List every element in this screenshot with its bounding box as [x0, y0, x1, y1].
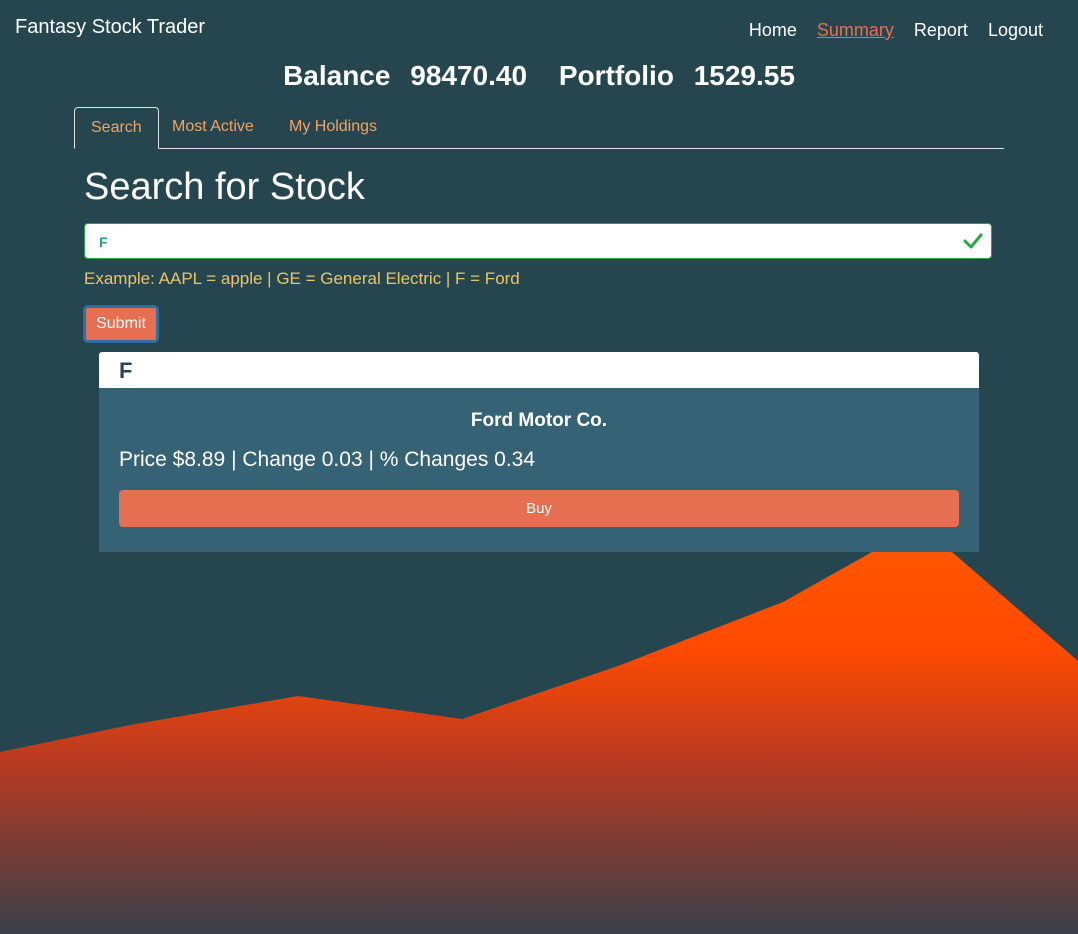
- card-body: Ford Motor Co. Price $8.89 | Change 0.03…: [99, 388, 979, 552]
- tab-my-holdings[interactable]: My Holdings: [273, 107, 393, 147]
- nav-link-summary[interactable]: Summary: [817, 20, 894, 41]
- portfolio-label: Portfolio: [558, 60, 674, 91]
- stock-result-card: F Ford Motor Co. Price $8.89 | Change 0.…: [99, 352, 979, 552]
- brand-title[interactable]: Fantasy Stock Trader: [15, 16, 205, 39]
- navbar: Fantasy Stock Trader Home Summary Report…: [0, 0, 1078, 60]
- stock-search-field: [84, 223, 992, 260]
- page: Fantasy Stock Trader Home Summary Report…: [0, 0, 1078, 934]
- nav-link-logout[interactable]: Logout: [988, 20, 1043, 41]
- portfolio-value: 1529.55: [693, 60, 795, 91]
- company-name: Ford Motor Co.: [470, 410, 608, 431]
- portfolio-display: Portfolio 1529.55: [553, 60, 801, 91]
- balance-value: 98470.40: [410, 60, 528, 91]
- tab-search[interactable]: Search: [74, 107, 159, 149]
- stock-symbol: F: [119, 358, 133, 383]
- balance-display: Balance 98470.40: [277, 60, 533, 91]
- nav-link-report[interactable]: Report: [914, 20, 968, 41]
- tab-bar: Search Most Active My Holdings: [74, 107, 1004, 149]
- account-summary: Balance 98470.40 Portfolio 1529.55: [0, 60, 1078, 92]
- balance-label: Balance: [283, 60, 391, 91]
- buy-button[interactable]: Buy: [119, 490, 959, 527]
- nav-link-home[interactable]: Home: [749, 20, 797, 41]
- nav-links: Home Summary Report Logout: [749, 20, 1043, 41]
- check-icon: [963, 233, 983, 249]
- submit-button[interactable]: Submit: [83, 305, 159, 343]
- mountain-shape: [0, 552, 1078, 934]
- page-title: Search for Stock: [84, 166, 365, 208]
- stock-search-input[interactable]: [97, 224, 941, 260]
- price-info: Price $8.89 | Change 0.03 | % Changes 0.…: [119, 448, 536, 471]
- search-example-hint: Example: AAPL = apple | GE = General Ele…: [84, 269, 520, 288]
- tab-most-active[interactable]: Most Active: [156, 107, 270, 147]
- card-header: F: [99, 352, 979, 388]
